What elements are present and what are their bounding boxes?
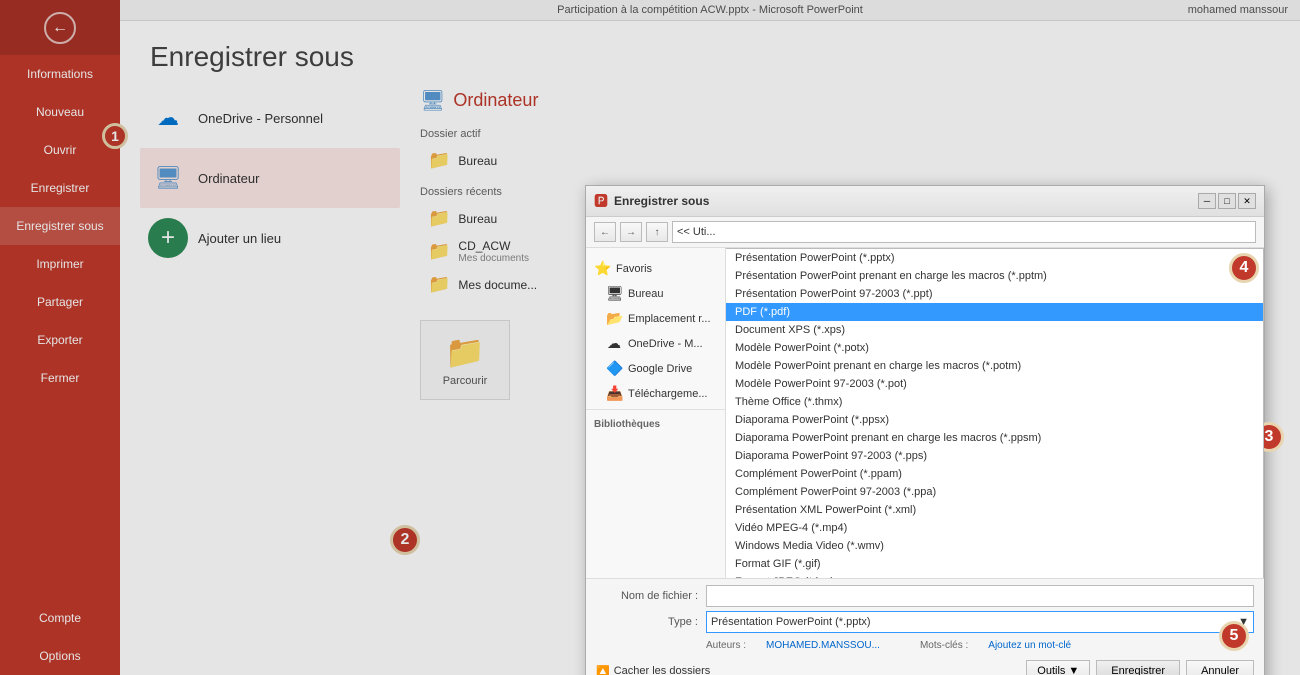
dialog-footer: Nom de fichier : Type : Présentation Pow… xyxy=(586,578,1264,675)
type-option-1[interactable]: Présentation PowerPoint prenant en charg… xyxy=(726,267,1263,285)
footer-meta: Auteurs : MOHAMED.MANSSOU... Mots-clés :… xyxy=(706,637,1254,654)
nav-forward-button[interactable]: → xyxy=(620,222,642,242)
mots-cles-label: Mots-clés : xyxy=(920,640,968,651)
tools-label: Outils xyxy=(1037,665,1065,675)
type-option-2[interactable]: Présentation PowerPoint 97-2003 (*.ppt) xyxy=(726,285,1263,303)
type-option-16[interactable]: Windows Media Video (*.wmv) xyxy=(726,537,1263,555)
onedrive-dialog-icon: ☁ xyxy=(606,335,622,352)
close-button[interactable]: ✕ xyxy=(1238,193,1256,209)
type-option-5[interactable]: Modèle PowerPoint (*.potx) xyxy=(726,339,1263,357)
footer-buttons: 🔼 Cacher les dossiers Outils ▼ Enregistr… xyxy=(596,660,1254,675)
annuler-label: Annuler xyxy=(1201,665,1239,675)
dialog-title-icon: 🅿 xyxy=(594,191,608,211)
type-dropdown-list[interactable]: Présentation PowerPoint (*.pptx) Présent… xyxy=(726,248,1264,578)
type-option-3[interactable]: PDF (*.pdf) xyxy=(726,303,1263,321)
bibliotheques-section: Bibliothèques xyxy=(586,413,725,432)
annotation-5: 5 xyxy=(1219,621,1249,651)
maximize-button[interactable]: □ xyxy=(1218,193,1236,209)
type-option-12[interactable]: Complément PowerPoint (*.ppam) xyxy=(726,465,1263,483)
type-row: Type : Présentation PowerPoint (*.pptx) … xyxy=(596,611,1254,633)
google-drive-label: Google Drive xyxy=(628,363,692,375)
hide-folders-button[interactable]: 🔼 Cacher les dossiers xyxy=(596,665,710,675)
google-drive-icon: 🔷 xyxy=(606,360,622,377)
auteurs-value[interactable]: MOHAMED.MANSSOU... xyxy=(766,640,880,651)
nav-up-button[interactable]: ↑ xyxy=(646,222,668,242)
type-option-13[interactable]: Complément PowerPoint 97-2003 (*.ppa) xyxy=(726,483,1263,501)
minimize-button[interactable]: ─ xyxy=(1198,193,1216,209)
sidebar-onedrive[interactable]: ☁ OneDrive - M... xyxy=(586,331,725,356)
dialog-controls: ─ □ ✕ xyxy=(1198,193,1256,209)
type-option-17[interactable]: Format GIF (*.gif) xyxy=(726,555,1263,573)
sidebar-favoris[interactable]: ⭐ Favoris xyxy=(586,256,725,281)
separator-1 xyxy=(586,409,725,410)
bureau-icon: 🖥 xyxy=(606,285,622,302)
filename-input[interactable] xyxy=(706,585,1254,607)
telechargements-label: Téléchargeme... xyxy=(628,388,707,400)
dialog-sidebar: ⭐ Favoris 🖥 Bureau 📂 Emplacement r... ☁ … xyxy=(586,248,726,578)
hide-folders-label: Cacher les dossiers xyxy=(614,665,711,675)
filename-row: Nom de fichier : xyxy=(596,585,1254,607)
filename-label: Nom de fichier : xyxy=(596,590,706,602)
dialog-path[interactable]: << Uti... xyxy=(672,221,1256,243)
hide-folders-arrow: 🔼 xyxy=(596,665,610,675)
type-option-6[interactable]: Modèle PowerPoint prenant en charge les … xyxy=(726,357,1263,375)
sidebar-telechargements[interactable]: 📥 Téléchargeme... xyxy=(586,381,725,406)
type-label: Type : xyxy=(596,616,706,628)
type-option-18[interactable]: Format JPEG (*.jpg) xyxy=(726,573,1263,578)
dialog-toolbar: ← → ↑ << Uti... xyxy=(586,217,1264,248)
bibliotheques-label: Bibliothèques xyxy=(594,419,660,430)
type-option-14[interactable]: Présentation XML PowerPoint (*.xml) xyxy=(726,501,1263,519)
nav-back-button[interactable]: ← xyxy=(594,222,616,242)
sidebar-google-drive[interactable]: 🔷 Google Drive xyxy=(586,356,725,381)
type-option-9[interactable]: Diaporama PowerPoint (*.ppsx) xyxy=(726,411,1263,429)
save-dialog: 🅿 Enregistrer sous ─ □ ✕ ← → ↑ << Uti...… xyxy=(585,185,1265,675)
dialog-titlebar: 🅿 Enregistrer sous ─ □ ✕ xyxy=(586,186,1264,217)
mots-cles-value[interactable]: Ajoutez un mot-clé xyxy=(988,640,1071,651)
type-select-value: Présentation PowerPoint (*.pptx) xyxy=(711,616,871,628)
sidebar-emplacement[interactable]: 📂 Emplacement r... xyxy=(586,306,725,331)
dialog-overlay: 🅿 Enregistrer sous ─ □ ✕ ← → ↑ << Uti...… xyxy=(0,0,1300,675)
action-buttons: Outils ▼ Enregistrer Annuler xyxy=(1026,660,1254,675)
type-option-8[interactable]: Thème Office (*.thmx) xyxy=(726,393,1263,411)
emplacement-label: Emplacement r... xyxy=(628,313,711,325)
telechargements-icon: 📥 xyxy=(606,385,622,402)
dialog-main: Organiser ▼ No... 🅿 Microsoft Powe... Pr… xyxy=(726,248,1264,578)
type-option-15[interactable]: Vidéo MPEG-4 (*.mp4) xyxy=(726,519,1263,537)
emplacement-icon: 📂 xyxy=(606,310,622,327)
type-option-11[interactable]: Diaporama PowerPoint 97-2003 (*.pps) xyxy=(726,447,1263,465)
dialog-title-text: Enregistrer sous xyxy=(614,194,1198,208)
enregistrer-button[interactable]: Enregistrer xyxy=(1096,660,1180,675)
auteurs-label: Auteurs : xyxy=(706,640,746,651)
favoris-label: Favoris xyxy=(616,263,652,275)
bureau-label: Bureau xyxy=(628,288,663,300)
enregistrer-label: Enregistrer xyxy=(1111,665,1165,675)
favoris-icon: ⭐ xyxy=(594,260,610,277)
tools-button[interactable]: Outils ▼ xyxy=(1026,660,1090,675)
type-select[interactable]: Présentation PowerPoint (*.pptx) ▼ xyxy=(706,611,1254,633)
type-option-0[interactable]: Présentation PowerPoint (*.pptx) xyxy=(726,249,1263,267)
annotation-4: 4 xyxy=(1229,253,1259,283)
tools-arrow: ▼ xyxy=(1068,665,1079,675)
dialog-body: ⭐ Favoris 🖥 Bureau 📂 Emplacement r... ☁ … xyxy=(586,248,1264,578)
type-option-10[interactable]: Diaporama PowerPoint prenant en charge l… xyxy=(726,429,1263,447)
sidebar-bureau[interactable]: 🖥 Bureau xyxy=(586,281,725,306)
dialog-path-text: << Uti... xyxy=(677,226,716,238)
annuler-button[interactable]: Annuler xyxy=(1186,660,1254,675)
type-option-7[interactable]: Modèle PowerPoint 97-2003 (*.pot) xyxy=(726,375,1263,393)
onedrive-dialog-label: OneDrive - M... xyxy=(628,338,703,350)
type-option-4[interactable]: Document XPS (*.xps) xyxy=(726,321,1263,339)
